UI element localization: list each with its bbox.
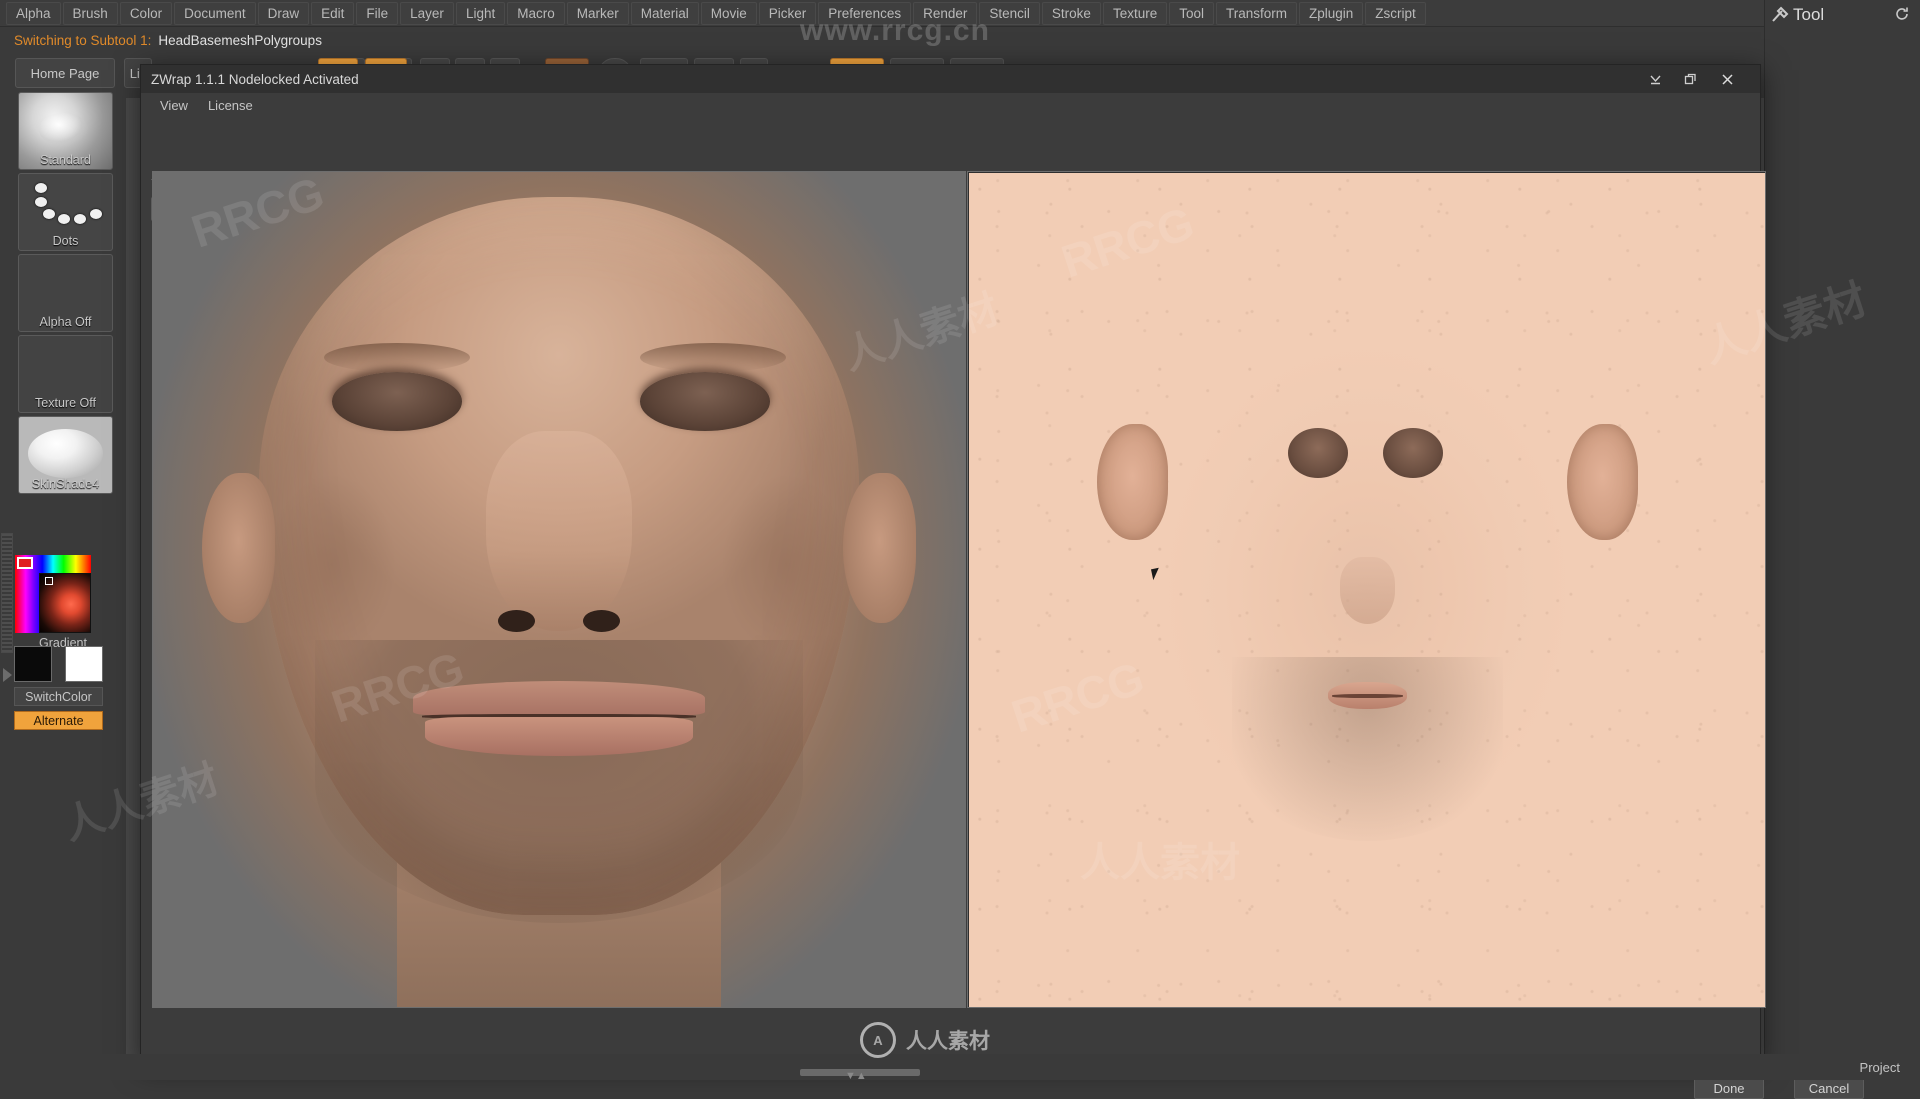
- zwrap-menubar: View License: [141, 93, 1760, 117]
- color-picker[interactable]: [15, 555, 91, 633]
- status-label: Switching to Subtool 1:: [14, 32, 152, 48]
- model-eye-right: [640, 372, 771, 431]
- material-label: SkinShade4: [31, 477, 100, 491]
- uv-eye-right: [1383, 427, 1444, 478]
- watermark-brand-text: 人人素材: [906, 1030, 990, 1053]
- menu-item-zscript[interactable]: Zscript: [1365, 1, 1426, 25]
- color-selected-swatch[interactable]: [17, 557, 33, 569]
- model-cheek-left: [266, 472, 397, 657]
- home-page-label: Home Page: [30, 65, 100, 81]
- home-page-button[interactable]: Home Page: [15, 58, 115, 88]
- menu-item-macro[interactable]: Macro: [507, 1, 565, 25]
- brush-label: Standard: [40, 153, 91, 167]
- left-sidebar: Home Page Lis Standard Dots Alpha Off Te…: [0, 53, 152, 1080]
- texture-thumbnail[interactable]: Texture Off: [18, 335, 113, 413]
- stroke-dot: [34, 183, 47, 194]
- model-mouth: [412, 681, 706, 757]
- minimize-icon[interactable]: [1640, 65, 1670, 93]
- uv-ear-right: [1566, 423, 1639, 541]
- menu-item-transform[interactable]: Transform: [1215, 1, 1297, 25]
- menu-item-alpha[interactable]: Alpha: [6, 1, 61, 25]
- menu-item-document[interactable]: Document: [174, 1, 256, 25]
- menu-item-color[interactable]: Color: [119, 1, 173, 25]
- alpha-thumbnail[interactable]: Alpha Off: [18, 254, 113, 332]
- menu-item-texture[interactable]: Texture: [1102, 1, 1168, 25]
- watermark-logo-icon: A: [860, 1022, 896, 1058]
- done-button[interactable]: Done: [1694, 1077, 1764, 1099]
- color-picker-cursor: [45, 577, 53, 585]
- stroke-dot: [34, 196, 47, 207]
- left-expand-arrow-icon[interactable]: [3, 668, 12, 682]
- cancel-label: Cancel: [1808, 1080, 1850, 1096]
- uv-texture-map: [969, 173, 1765, 1007]
- stroke-dot: [58, 214, 71, 225]
- zwrap-viewport-model[interactable]: [152, 171, 966, 1008]
- stroke-thumbnail[interactable]: Dots: [18, 173, 113, 251]
- zwrap-menu-view[interactable]: View: [151, 95, 197, 116]
- alternate-label: Alternate: [33, 713, 84, 728]
- cancel-button[interactable]: Cancel: [1794, 1077, 1864, 1099]
- zwrap-titlebar[interactable]: ZWrap 1.1.1 Nodelocked Activated: [141, 65, 1760, 93]
- menu-item-marker[interactable]: Marker: [566, 1, 629, 25]
- model-ear-left: [201, 472, 275, 623]
- uv-ear-left: [1096, 423, 1169, 541]
- tool-panel-header: Tool: [1765, 0, 1920, 30]
- right-panel: Tool Load Tool Save As om Project Paste …: [1764, 0, 1920, 1080]
- done-label: Done: [1713, 1080, 1745, 1096]
- model-nose: [485, 430, 633, 632]
- model-ear-right: [843, 472, 917, 623]
- stroke-dot: [73, 214, 86, 225]
- stroke-label: Dots: [52, 234, 79, 248]
- uv-mouth: [1327, 682, 1408, 710]
- switch-color-button[interactable]: SwitchColor: [14, 687, 103, 706]
- uv-eye-left: [1287, 427, 1348, 478]
- zwrap-dialog: ZWrap 1.1.1 Nodelocked Activated View Lic…: [140, 64, 1864, 1099]
- left-scroll-strip[interactable]: [1, 533, 13, 653]
- menu-item-brush[interactable]: Brush: [62, 1, 118, 25]
- menu-item-draw[interactable]: Draw: [257, 1, 310, 25]
- maximize-icon[interactable]: [1675, 65, 1705, 93]
- switch-color-label: SwitchColor: [25, 689, 92, 704]
- watermark-brand: A 人人素材: [860, 1022, 990, 1058]
- tool-panel-title: Tool: [1793, 5, 1825, 24]
- stroke-dot: [43, 208, 56, 219]
- bottom-caret-icon[interactable]: ▼▲: [845, 1070, 867, 1082]
- menu-item-light[interactable]: Light: [455, 1, 506, 25]
- zwrap-title: ZWrap 1.1.1 Nodelocked Activated: [151, 71, 359, 87]
- alpha-label: Alpha Off: [39, 315, 92, 329]
- menu-item-file[interactable]: File: [356, 1, 399, 25]
- menu-item-material[interactable]: Material: [630, 1, 699, 25]
- secondary-color-swatch[interactable]: [65, 646, 103, 682]
- texture-label: Texture Off: [35, 396, 96, 410]
- stroke-dot: [89, 208, 102, 219]
- brush-thumbnail[interactable]: Standard: [18, 92, 113, 170]
- model-lip-bottom: [424, 717, 694, 757]
- status-value: HeadBasemeshPolygroups: [158, 32, 322, 48]
- zwrap-viewport-texture[interactable]: [967, 171, 1766, 1008]
- watermark-url: www.rrcg.cn: [800, 14, 990, 47]
- model-render: [153, 172, 965, 1007]
- model-eye-left: [331, 372, 462, 431]
- menu-item-movie[interactable]: Movie: [700, 1, 757, 25]
- menu-item-zplugin[interactable]: Zplugin: [1299, 1, 1364, 25]
- close-icon[interactable]: [1712, 65, 1742, 93]
- project-label: Project: [1859, 1060, 1900, 1075]
- zwrap-menu-license[interactable]: License: [199, 95, 262, 116]
- alternate-button[interactable]: Alternate: [14, 711, 103, 730]
- menu-item-stroke[interactable]: Stroke: [1041, 1, 1101, 25]
- model-nostril-left: [498, 610, 535, 633]
- reset-icon[interactable]: [1894, 6, 1910, 22]
- menu-item-tool[interactable]: Tool: [1169, 1, 1214, 25]
- menu-item-layer[interactable]: Layer: [400, 1, 454, 25]
- material-thumbnail[interactable]: SkinShade4: [18, 416, 113, 494]
- model-nostril-right: [583, 610, 620, 633]
- model-cheek-right: [721, 472, 852, 657]
- primary-color-swatch[interactable]: [14, 646, 52, 682]
- uv-nose: [1339, 557, 1396, 624]
- model-lip-top: [412, 681, 706, 716]
- tool-hammer-icon: [1772, 6, 1789, 22]
- menu-item-edit[interactable]: Edit: [311, 1, 355, 25]
